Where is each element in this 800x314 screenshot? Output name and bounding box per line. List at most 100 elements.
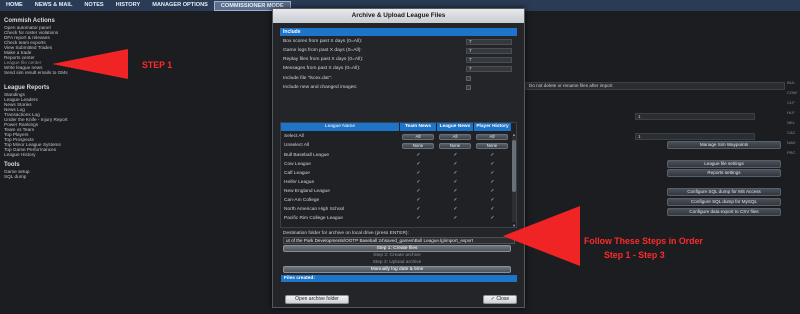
commish-actions-title: Commish Actions bbox=[4, 18, 55, 24]
sql-mysql-button[interactable]: Configure SQL dump for MySQL bbox=[667, 198, 781, 206]
league-row-label: Can-Am College bbox=[284, 198, 320, 203]
box-scores-days-input[interactable]: 7 bbox=[466, 39, 512, 45]
checkmark-icon[interactable]: ✓ bbox=[453, 189, 458, 194]
team-icon[interactable]: COW bbox=[787, 90, 797, 97]
background-field-b[interactable]: 1 bbox=[635, 133, 755, 140]
checkmark-icon[interactable]: ✓ bbox=[490, 153, 495, 158]
reports-settings-button[interactable]: Reports settings bbox=[667, 169, 781, 177]
league-row-label: Bull Baseball League bbox=[284, 153, 330, 158]
league-row-label: North American High School bbox=[284, 207, 345, 212]
checkmark-icon[interactable]: ✓ bbox=[416, 207, 421, 212]
player-history-all-button[interactable]: All bbox=[476, 134, 508, 140]
table-scrollbar[interactable] bbox=[512, 136, 516, 222]
step1-create-files-button[interactable]: Step 1: Create files bbox=[283, 245, 511, 252]
destination-label: Destination folder for archive on local … bbox=[283, 231, 409, 236]
background-field-a[interactable]: 1 bbox=[635, 113, 755, 120]
checkmark-icon[interactable]: ✓ bbox=[490, 180, 495, 185]
manage-sim-waypoints-button[interactable]: Manage Sim Waypoints bbox=[667, 141, 781, 149]
team-icon[interactable]: PRC bbox=[787, 150, 795, 157]
checkmark-icon[interactable]: ✓ bbox=[453, 216, 458, 221]
select-all-label: Select All bbox=[284, 134, 304, 139]
sidebar-item-sim-emails[interactable]: Send sim result emails to GMs bbox=[4, 70, 68, 75]
replay-files-option: Replay files from past X days (0=All): 7 bbox=[280, 56, 517, 64]
box-scores-option: Box scores from past X days (0=All): 7 bbox=[280, 38, 517, 46]
league-file-settings-button[interactable]: League file settings bbox=[667, 160, 781, 168]
messages-option: Messages from past X days (0=All): 7 bbox=[280, 65, 517, 73]
checkmark-icon[interactable]: ✓ bbox=[490, 162, 495, 167]
destination-path-input[interactable]: ut of the Park Developments\OOTP Basebal… bbox=[283, 237, 515, 244]
checkmark-icon[interactable]: ✓ bbox=[416, 180, 421, 185]
checkmark-icon[interactable]: ✓ bbox=[453, 153, 458, 158]
right-icon-strip: BUL COW CLF HLF NEL CAC NAH PRC bbox=[787, 80, 797, 160]
checkmark-icon[interactable]: ✓ bbox=[490, 207, 495, 212]
checkmark-icon[interactable]: ✓ bbox=[416, 216, 421, 221]
checkmark-icon[interactable]: ✓ bbox=[416, 189, 421, 194]
dialog-title: Archive & Upload League Files bbox=[273, 9, 524, 23]
checkmark-icon[interactable]: ✓ bbox=[453, 171, 458, 176]
game-logs-days-input[interactable]: 7 bbox=[466, 48, 512, 54]
step3-upload-archive-button[interactable]: Step 3: Upload archive bbox=[283, 259, 511, 266]
tab-history[interactable]: HISTORY bbox=[110, 0, 147, 11]
replay-files-days-input[interactable]: 7 bbox=[466, 57, 512, 63]
manual-log-date-button[interactable]: Manually log date & time bbox=[283, 266, 511, 273]
messages-days-input[interactable]: 7 bbox=[466, 66, 512, 72]
team-icon[interactable]: NEL bbox=[787, 120, 795, 127]
team-icon[interactable]: BUL bbox=[787, 80, 795, 87]
league-news-all-button[interactable]: All bbox=[439, 134, 471, 140]
rename-files-dropdown[interactable]: Do not delete or rename files after impo… bbox=[525, 82, 785, 90]
team-icon[interactable]: HLF bbox=[787, 110, 795, 117]
option-label: Messages from past X days (0=All): bbox=[283, 66, 361, 71]
include-lscex-option: Include file "lscex.dat": bbox=[280, 75, 517, 83]
step1-annotation: STEP 1 bbox=[142, 60, 173, 70]
follow-steps-annotation: Follow These Steps in Order bbox=[584, 236, 703, 246]
league-row-label: New England League bbox=[284, 189, 330, 194]
team-icon[interactable]: CAC bbox=[787, 130, 795, 137]
team-news-none-button[interactable]: None bbox=[402, 143, 434, 149]
checkmark-icon[interactable]: ✓ bbox=[453, 198, 458, 203]
option-label: Game logs from past X days (0=All): bbox=[283, 48, 362, 53]
tab-manager-options[interactable]: MANAGER OPTIONS bbox=[146, 0, 214, 11]
team-icon[interactable]: CLF bbox=[787, 100, 795, 107]
checkmark-icon: ✓ bbox=[490, 296, 495, 302]
column-header-league-news: League News bbox=[437, 123, 473, 131]
scrollbar-thumb[interactable] bbox=[512, 140, 516, 192]
step-range-annotation: Step 1 - Step 3 bbox=[604, 250, 665, 260]
checkmark-icon[interactable]: ✓ bbox=[416, 162, 421, 167]
checkmark-icon[interactable]: ✓ bbox=[453, 162, 458, 167]
league-row-label: Heifer League bbox=[284, 180, 315, 185]
checkmark-icon[interactable]: ✓ bbox=[416, 171, 421, 176]
background-panel: Do not delete or rename files after impo… bbox=[525, 12, 800, 314]
include-images-checkbox[interactable] bbox=[466, 85, 471, 90]
league-row-label: Cow League bbox=[284, 162, 311, 167]
checkmark-icon[interactable]: ✓ bbox=[453, 207, 458, 212]
scroll-down-icon[interactable]: ▼ bbox=[511, 223, 517, 228]
sidebar-item-league-history[interactable]: League History bbox=[4, 152, 36, 157]
csv-export-button[interactable]: Configure data export to CSV files bbox=[667, 208, 781, 216]
open-archive-folder-button[interactable]: Open archive folder bbox=[285, 295, 349, 304]
close-button[interactable]: ✓ Close bbox=[483, 295, 517, 304]
checkmark-icon[interactable]: ✓ bbox=[416, 198, 421, 203]
include-lscex-checkbox[interactable] bbox=[466, 76, 471, 81]
option-label: Box scores from past X days (0=All): bbox=[283, 39, 363, 44]
tab-notes[interactable]: NOTES bbox=[78, 0, 109, 11]
checkmark-icon[interactable]: ✓ bbox=[453, 180, 458, 185]
tools-title: Tools bbox=[4, 162, 20, 168]
league-news-none-button[interactable]: None bbox=[439, 143, 471, 149]
team-news-all-button[interactable]: All bbox=[402, 134, 434, 140]
close-button-label: Close bbox=[496, 296, 510, 302]
sidebar-item-sql-dump[interactable]: SQL dump bbox=[4, 174, 26, 179]
tab-home[interactable]: HOME bbox=[0, 0, 29, 11]
checkmark-icon[interactable]: ✓ bbox=[490, 198, 495, 203]
sql-ms-access-button[interactable]: Configure SQL dump for MS Access bbox=[667, 188, 781, 196]
step2-create-archive-button[interactable]: Step 2: Create archive bbox=[283, 252, 511, 259]
checkmark-icon[interactable]: ✓ bbox=[416, 153, 421, 158]
include-images-option: Include new and changed images: bbox=[280, 84, 517, 92]
checkmark-icon[interactable]: ✓ bbox=[490, 189, 495, 194]
player-history-none-button[interactable]: None bbox=[476, 143, 508, 149]
team-icon[interactable]: NAH bbox=[787, 140, 795, 147]
checkmark-icon[interactable]: ✓ bbox=[490, 216, 495, 221]
option-label: Include new and changed images: bbox=[283, 85, 358, 90]
checkmark-icon[interactable]: ✓ bbox=[490, 171, 495, 176]
sidebar: Commish Actions Open automator panel Che… bbox=[0, 12, 120, 314]
tab-news-mail[interactable]: NEWS & MAIL bbox=[29, 0, 79, 11]
